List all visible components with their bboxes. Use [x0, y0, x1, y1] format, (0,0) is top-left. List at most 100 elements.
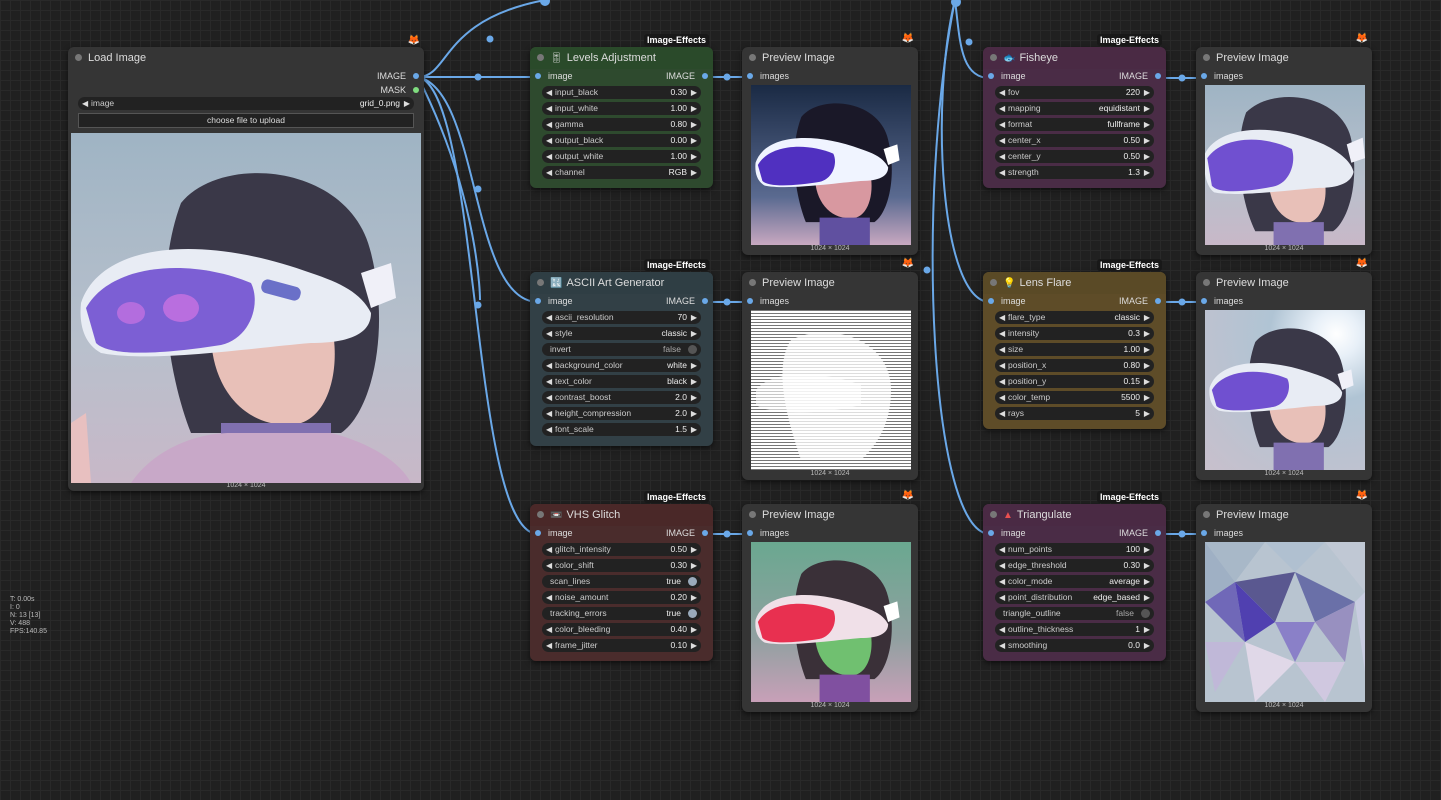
lens-flare-node[interactable]: Image-Effects 💡 Lens Flare image IMAGE ◀ fl…: [983, 259, 1166, 429]
widget-output-black[interactable]: ◀ output_black 0.00 ▶: [542, 134, 701, 147]
widget-glitch-intensity[interactable]: ◀ glitch_intensity 0.50 ▶: [542, 543, 701, 556]
widget-point-distribution[interactable]: ◀ point_distribution edge_based ▶: [995, 591, 1154, 604]
arrow-left-icon[interactable]: ◀: [546, 311, 552, 324]
arrow-left-icon[interactable]: ◀: [999, 559, 1005, 572]
collapse-dot[interactable]: [749, 279, 756, 286]
node-title-bar[interactable]: Preview Image: [1196, 47, 1372, 69]
arrow-right-icon[interactable]: ▶: [691, 591, 697, 604]
upload-button[interactable]: choose file to upload: [78, 113, 414, 128]
arrow-right-icon[interactable]: ▶: [691, 102, 697, 115]
arrow-left-icon[interactable]: ◀: [546, 359, 552, 372]
arrow-right-icon[interactable]: ▶: [1144, 166, 1150, 179]
collapse-dot[interactable]: [749, 511, 756, 518]
widget-flare-type[interactable]: ◀ flare_type classic ▶: [995, 311, 1154, 324]
output-pin[interactable]: [702, 530, 708, 536]
toggle-knob[interactable]: [1141, 609, 1150, 618]
arrow-left-icon[interactable]: ◀: [999, 591, 1005, 604]
arrow-right-icon[interactable]: ▶: [1144, 591, 1150, 604]
input-pin[interactable]: [1201, 73, 1207, 79]
arrow-left-icon[interactable]: ◀: [999, 343, 1005, 356]
io-row[interactable]: image IMAGE: [983, 526, 1166, 540]
arrow-right-icon[interactable]: ▶: [691, 166, 697, 179]
widget-color-shift[interactable]: ◀ color_shift 0.30 ▶: [542, 559, 701, 572]
arrow-right-icon[interactable]: ▶: [691, 639, 697, 652]
arrow-right-icon[interactable]: ▶: [1144, 407, 1150, 420]
image-selector[interactable]: ◀ image grid_0.png ▶: [78, 97, 414, 110]
widget-contrast-boost[interactable]: ◀ contrast_boost 2.0 ▶: [542, 391, 701, 404]
io-row[interactable]: images: [1196, 69, 1372, 83]
arrow-right-icon[interactable]: ▶: [404, 97, 410, 110]
node-title-bar[interactable]: 📼 VHS Glitch: [530, 504, 713, 526]
preview-image-node-vhs[interactable]: 🦊 Preview Image images 1024 × 1024: [742, 490, 918, 712]
output-mask[interactable]: MASK: [68, 83, 424, 97]
arrow-right-icon[interactable]: ▶: [1144, 543, 1150, 556]
arrow-left-icon[interactable]: ◀: [546, 86, 552, 99]
arrow-right-icon[interactable]: ▶: [1144, 343, 1150, 356]
arrow-left-icon[interactable]: ◀: [999, 102, 1005, 115]
widget-background-color[interactable]: ◀ background_color white ▶: [542, 359, 701, 372]
input-pin[interactable]: [747, 298, 753, 304]
arrow-left-icon[interactable]: ◀: [999, 407, 1005, 420]
arrow-left-icon[interactable]: ◀: [546, 407, 552, 420]
arrow-right-icon[interactable]: ▶: [1144, 375, 1150, 388]
input-pin[interactable]: [747, 73, 753, 79]
output-pin[interactable]: [702, 73, 708, 79]
arrow-right-icon[interactable]: ▶: [691, 423, 697, 436]
arrow-left-icon[interactable]: ◀: [546, 559, 552, 572]
arrow-left-icon[interactable]: ◀: [999, 575, 1005, 588]
arrow-left-icon[interactable]: ◀: [546, 327, 552, 340]
arrow-left-icon[interactable]: ◀: [999, 311, 1005, 324]
widget-smoothing[interactable]: ◀ smoothing 0.0 ▶: [995, 639, 1154, 652]
preview-image-node-triangulate[interactable]: 🦊 Preview Image images 1024 × 1024: [1196, 490, 1372, 712]
io-row[interactable]: image IMAGE: [983, 294, 1166, 308]
arrow-right-icon[interactable]: ▶: [1144, 118, 1150, 131]
arrow-left-icon[interactable]: ◀: [82, 97, 88, 110]
widget-strength[interactable]: ◀ strength 1.3 ▶: [995, 166, 1154, 179]
arrow-left-icon[interactable]: ◀: [546, 150, 552, 163]
arrow-right-icon[interactable]: ▶: [691, 134, 697, 147]
output-pin[interactable]: [702, 298, 708, 304]
output-pin[interactable]: [413, 87, 419, 93]
widget-color-temp[interactable]: ◀ color_temp 5500 ▶: [995, 391, 1154, 404]
widget-input-white[interactable]: ◀ input_white 1.00 ▶: [542, 102, 701, 115]
output-image[interactable]: IMAGE: [68, 69, 424, 83]
widget-position-x[interactable]: ◀ position_x 0.80 ▶: [995, 359, 1154, 372]
collapse-dot[interactable]: [990, 279, 997, 286]
arrow-left-icon[interactable]: ◀: [999, 623, 1005, 636]
arrow-left-icon[interactable]: ◀: [999, 327, 1005, 340]
input-pin[interactable]: [747, 530, 753, 536]
arrow-left-icon[interactable]: ◀: [999, 150, 1005, 163]
input-pin[interactable]: [988, 530, 994, 536]
widget-scan-lines[interactable]: scan_lines true: [542, 575, 701, 588]
arrow-left-icon[interactable]: ◀: [546, 118, 552, 131]
arrow-right-icon[interactable]: ▶: [1144, 102, 1150, 115]
widget-size[interactable]: ◀ size 1.00 ▶: [995, 343, 1154, 356]
arrow-left-icon[interactable]: ◀: [546, 391, 552, 404]
io-row[interactable]: images: [742, 526, 918, 540]
collapse-dot[interactable]: [1203, 54, 1210, 61]
input-pin[interactable]: [988, 298, 994, 304]
input-pin[interactable]: [988, 73, 994, 79]
node-title-bar[interactable]: 🎚 Levels Adjustment: [530, 47, 713, 69]
widget-intensity[interactable]: ◀ intensity 0.3 ▶: [995, 327, 1154, 340]
io-row[interactable]: image IMAGE: [983, 69, 1166, 83]
arrow-left-icon[interactable]: ◀: [546, 423, 552, 436]
arrow-right-icon[interactable]: ▶: [1144, 86, 1150, 99]
arrow-right-icon[interactable]: ▶: [1144, 134, 1150, 147]
arrow-left-icon[interactable]: ◀: [999, 166, 1005, 179]
output-pin[interactable]: [1155, 298, 1161, 304]
arrow-left-icon[interactable]: ◀: [999, 639, 1005, 652]
collapse-dot[interactable]: [749, 54, 756, 61]
arrow-left-icon[interactable]: ◀: [546, 623, 552, 636]
arrow-right-icon[interactable]: ▶: [691, 375, 697, 388]
widget-input-black[interactable]: ◀ input_black 0.30 ▶: [542, 86, 701, 99]
widget-tracking-errors[interactable]: tracking_errors true: [542, 607, 701, 620]
widget-num-points[interactable]: ◀ num_points 100 ▶: [995, 543, 1154, 556]
arrow-left-icon[interactable]: ◀: [999, 359, 1005, 372]
arrow-left-icon[interactable]: ◀: [546, 134, 552, 147]
widget-rays[interactable]: ◀ rays 5 ▶: [995, 407, 1154, 420]
fisheye-node[interactable]: Image-Effects 🐟 Fisheye image IMAGE ◀ fov 22…: [983, 34, 1166, 188]
io-row[interactable]: image IMAGE: [530, 69, 713, 83]
widget-edge-threshold[interactable]: ◀ edge_threshold 0.30 ▶: [995, 559, 1154, 572]
widget-invert[interactable]: invert false: [542, 343, 701, 356]
